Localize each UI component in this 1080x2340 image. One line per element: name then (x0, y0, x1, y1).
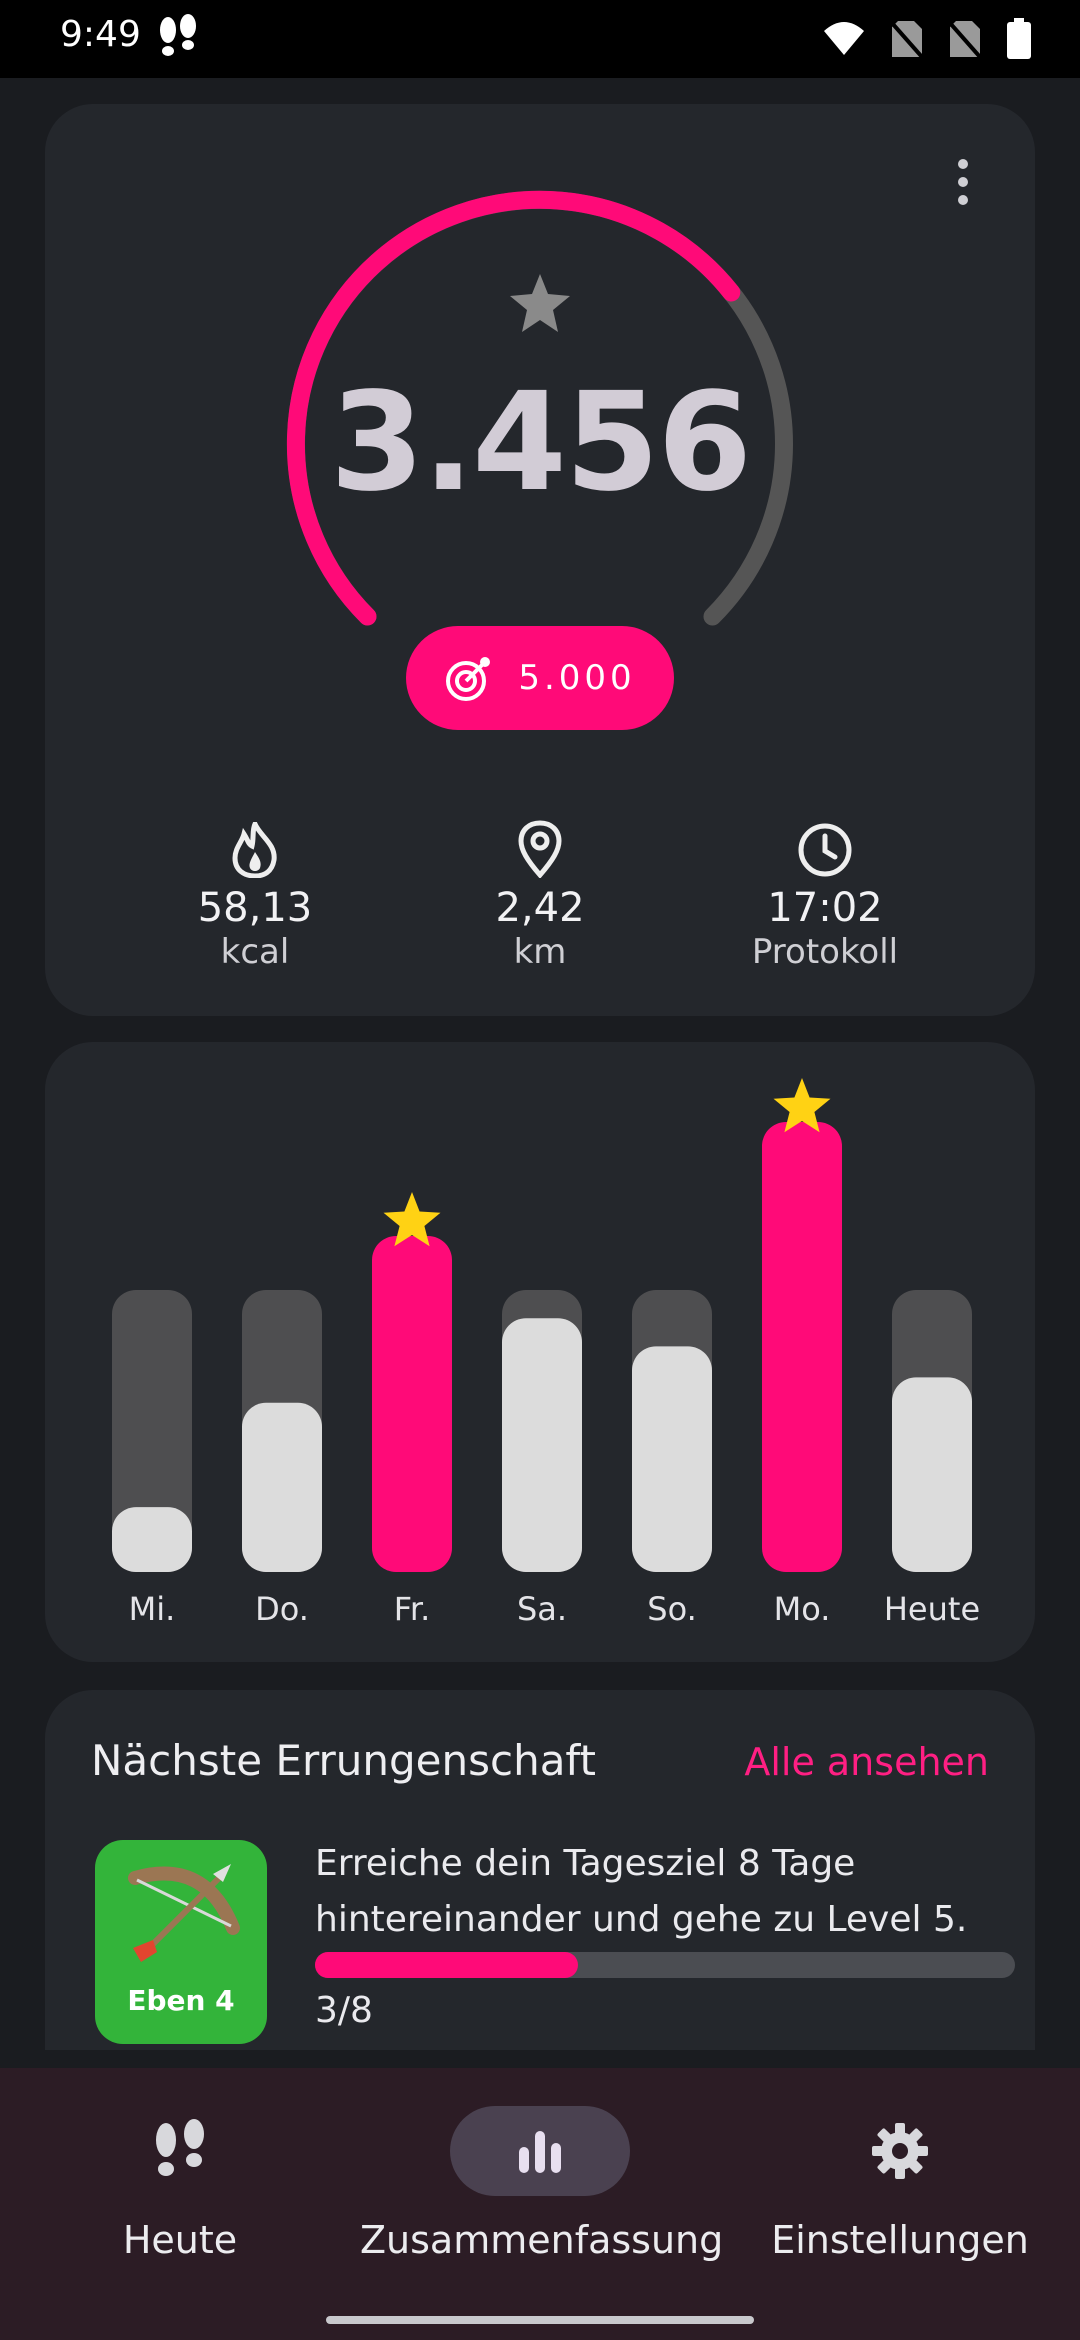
badge-label: Eben 4 (127, 1984, 235, 2017)
day-bar-2[interactable] (372, 1236, 452, 1572)
steps-count: 3.456 (329, 364, 752, 522)
wifi-icon (824, 22, 864, 55)
location-pin-icon (518, 820, 562, 878)
distance-value: 2,42 (495, 885, 585, 931)
achievement-progress-bar (315, 1952, 1015, 1978)
achievement-progress-fill (315, 1952, 578, 1978)
distance-stat: 2,42 km (410, 814, 670, 972)
day-bar-0[interactable] (112, 1507, 192, 1572)
distance-label: km (513, 932, 567, 972)
day-label: Mi. (128, 1590, 176, 1628)
status-time: 9:49 (60, 14, 141, 55)
day-bar-6[interactable] (892, 1377, 972, 1572)
achievement-title: Nächste Errungenschaft (91, 1736, 596, 1785)
day-label: Heute (883, 1590, 981, 1628)
clock-icon (798, 823, 852, 877)
no-sim-icon (890, 21, 924, 59)
time-value: 17:02 (767, 885, 883, 931)
status-bar: 9:49 (0, 0, 1080, 78)
steps-notification-icon (156, 14, 200, 66)
view-all-link[interactable]: Alle ansehen (744, 1740, 989, 1784)
achievement-description: Erreiche dein Tagesziel 8 Tage hinterein… (315, 1843, 968, 1940)
star-icon (510, 274, 570, 332)
goal-value: 5.000 (518, 658, 636, 698)
nav-item-heute[interactable]: Heute (90, 2106, 270, 2262)
daily-goal-button[interactable]: 5.000 (406, 626, 674, 730)
nav-item-einstellungen[interactable]: Einstellungen (770, 2106, 1030, 2262)
nav-label-heute: Heute (122, 2218, 238, 2262)
day-label: Fr. (393, 1590, 431, 1628)
day-label: Sa. (516, 1590, 568, 1628)
day-bar-5[interactable] (762, 1122, 842, 1572)
home-indicator[interactable] (326, 2316, 754, 2324)
weekly-chart-card (45, 1042, 1035, 1662)
bar-chart-icon (519, 2131, 561, 2173)
no-sim-icon (948, 21, 982, 59)
day-bar-4[interactable] (632, 1346, 712, 1572)
day-label: Do. (255, 1590, 309, 1628)
battery-icon (1007, 18, 1031, 59)
calories-stat: 58,13 kcal (125, 814, 385, 972)
footsteps-icon (156, 2119, 204, 2176)
achievement-progress-count: 3/8 (315, 1990, 373, 2031)
day-bar-3[interactable] (502, 1318, 582, 1572)
calories-value: 58,13 (197, 885, 313, 931)
day-label: So. (647, 1590, 697, 1628)
nav-label-zusammenfassung: Zusammenfassung (360, 2218, 724, 2262)
day-label: Mo. (773, 1590, 831, 1628)
bottom-navigation: Heute Zusammenfassung Einstellungen (0, 2068, 1080, 2340)
achievement-badge[interactable]: Eben 4 (95, 1840, 267, 2044)
next-achievement-card: Nächste Errungenschaft Alle ansehen Eben… (45, 1690, 1035, 2050)
gear-icon (872, 2123, 928, 2179)
calories-label: kcal (220, 932, 290, 972)
day-bar-1[interactable] (242, 1402, 322, 1572)
time-label: Protokoll (751, 932, 899, 972)
nav-label-einstellungen: Einstellungen (771, 2218, 1029, 2262)
target-icon (446, 657, 491, 701)
flame-icon (232, 822, 277, 878)
nav-item-zusammenfassung[interactable]: Zusammenfassung (360, 2106, 724, 2262)
daily-summary-card: 3.456 5.000 58,13 kcal 2,42 km 17:02 Pro… (45, 104, 1035, 1016)
time-stat: 17:02 Protokoll (695, 814, 955, 972)
weekly-steps-chart (112, 1078, 972, 1572)
bow-arrow-icon (128, 1864, 240, 1962)
